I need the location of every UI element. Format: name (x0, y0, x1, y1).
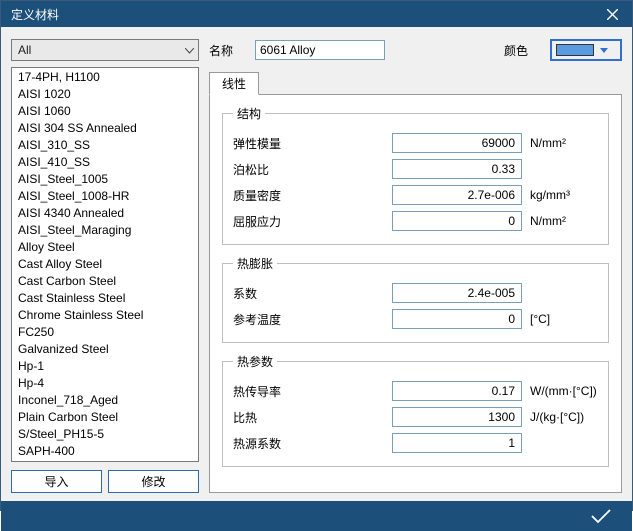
property-row: 参考温度 [°C] (233, 306, 598, 332)
list-item[interactable]: AISI_Steel_1008-HR (12, 188, 198, 205)
list-item[interactable]: Cast Carbon Steel (12, 273, 198, 290)
material-name-input[interactable] (255, 40, 385, 60)
close-button[interactable] (592, 1, 632, 27)
name-label: 名称 (209, 42, 245, 59)
property-row: 热传导率 W/(mm·[°C]) (233, 378, 598, 404)
list-item[interactable]: AISI 1060 (12, 103, 198, 120)
property-unit: N/mm² (522, 214, 598, 228)
chevron-down-icon (600, 43, 608, 57)
color-label: 颜色 (504, 42, 540, 59)
left-panel: All 17-4PH, H1100AISI 1020AISI 1060AISI … (11, 39, 199, 493)
property-label: 泊松比 (233, 161, 311, 178)
list-item[interactable]: Alloy Steel (12, 239, 198, 256)
thermal-param-input-2[interactable] (392, 433, 522, 453)
structure-input-3[interactable] (392, 211, 522, 231)
list-item[interactable]: AISI_Steel_Maraging (12, 222, 198, 239)
titlebar: 定义材料 (1, 1, 632, 27)
thermal-param-input-0[interactable] (392, 381, 522, 401)
property-label: 质量密度 (233, 187, 311, 204)
tab-row: 线性 (209, 71, 622, 94)
list-item[interactable]: AISI_Steel_1005 (12, 171, 198, 188)
list-item[interactable]: Hp-4 (12, 375, 198, 392)
list-item[interactable]: AISI 1020 (12, 86, 198, 103)
color-swatch (556, 44, 594, 56)
structure-input-0[interactable] (392, 133, 522, 153)
property-row: 泊松比 (233, 156, 598, 182)
list-item[interactable]: 17-4PH, H1100 (12, 69, 198, 86)
list-item[interactable]: Cast Alloy Steel (12, 256, 198, 273)
property-unit: N/mm² (522, 136, 598, 150)
close-icon (607, 9, 618, 20)
property-label: 比热 (233, 409, 311, 426)
property-row: 弹性模量 N/mm² (233, 130, 598, 156)
property-row: 热源系数 (233, 430, 598, 456)
material-filter-dropdown[interactable]: All (11, 39, 199, 61)
color-picker-button[interactable] (550, 39, 622, 61)
material-filter-value: All (18, 43, 31, 57)
list-item[interactable]: S/Steel_PH15-5 (12, 426, 198, 443)
group-thermal-expansion-legend: 热膨胀 (233, 255, 277, 272)
list-item[interactable]: AISI_410_SS (12, 154, 198, 171)
property-label: 热源系数 (233, 435, 311, 452)
structure-input-1[interactable] (392, 159, 522, 179)
property-unit: kg/mm³ (522, 188, 598, 202)
tab-panel: 结构 弹性模量 N/mm² 泊松比质量密度 kg/mm³ 屈服应力 N/mm² 热膨胀 系… (209, 94, 622, 493)
thermal-exp-input-1[interactable] (392, 309, 522, 329)
list-item[interactable]: Inconel_718_Aged (12, 392, 198, 409)
property-label: 系数 (233, 285, 311, 302)
group-thermal-params-legend: 热参数 (233, 353, 277, 370)
structure-input-2[interactable] (392, 185, 522, 205)
property-unit: J/(kg·[°C]) (522, 410, 598, 424)
check-icon (590, 508, 612, 524)
group-thermal-params: 热参数 热传导率 W/(mm·[°C]) 比热 J/(kg·[°C]) 热源系数 (222, 353, 609, 467)
list-item[interactable]: Galvanized Steel (12, 341, 198, 358)
name-color-row: 名称 颜色 (209, 39, 622, 61)
property-label: 热传导率 (233, 383, 311, 400)
right-panel: 名称 颜色 线性 结构 弹性模量 N/mm² 泊松比质量密度 kg/mm³ 屈服应力 N/… (209, 39, 622, 493)
import-button[interactable]: 导入 (11, 470, 102, 493)
list-item[interactable]: Chrome Stainless Steel (12, 307, 198, 324)
property-label: 屈服应力 (233, 213, 311, 230)
list-item[interactable]: Plain Carbon Steel (12, 409, 198, 426)
material-list[interactable]: 17-4PH, H1100AISI 1020AISI 1060AISI 304 … (11, 67, 199, 462)
list-item[interactable]: AISI 4340 Annealed (12, 205, 198, 222)
list-item[interactable]: AISI 304 SS Annealed (12, 120, 198, 137)
chevron-down-icon (185, 43, 194, 57)
property-row: 系数 (233, 280, 598, 306)
property-unit: [°C] (522, 312, 598, 326)
property-row: 屈服应力 N/mm² (233, 208, 598, 234)
list-item[interactable]: FC250 (12, 324, 198, 341)
property-label: 参考温度 (233, 311, 311, 328)
property-row: 比热 J/(kg·[°C]) (233, 404, 598, 430)
define-material-dialog: 定义材料 All 17-4PH, H1100AISI 1020AISI 1060… (0, 0, 633, 511)
list-item[interactable]: Cast Stainless Steel (12, 290, 198, 307)
footer (1, 501, 632, 531)
group-structure-legend: 结构 (233, 105, 265, 122)
property-label: 弹性模量 (233, 135, 311, 152)
modify-button[interactable]: 修改 (108, 470, 199, 493)
ok-button[interactable] (574, 501, 628, 531)
property-row: 质量密度 kg/mm³ (233, 182, 598, 208)
thermal-param-input-1[interactable] (392, 407, 522, 427)
left-buttons: 导入 修改 (11, 470, 199, 493)
property-unit: W/(mm·[°C]) (522, 384, 598, 398)
window-title: 定义材料 (11, 6, 592, 23)
list-item[interactable]: AISI_310_SS (12, 137, 198, 154)
list-item[interactable]: SAPH-400 (12, 443, 198, 460)
group-structure: 结构 弹性模量 N/mm² 泊松比质量密度 kg/mm³ 屈服应力 N/mm² (222, 105, 609, 245)
tab-linear[interactable]: 线性 (209, 72, 259, 95)
group-thermal-expansion: 热膨胀 系数参考温度 [°C] (222, 255, 609, 343)
list-item[interactable]: Hp-1 (12, 358, 198, 375)
thermal-exp-input-0[interactable] (392, 283, 522, 303)
dialog-body: All 17-4PH, H1100AISI 1020AISI 1060AISI … (1, 27, 632, 501)
